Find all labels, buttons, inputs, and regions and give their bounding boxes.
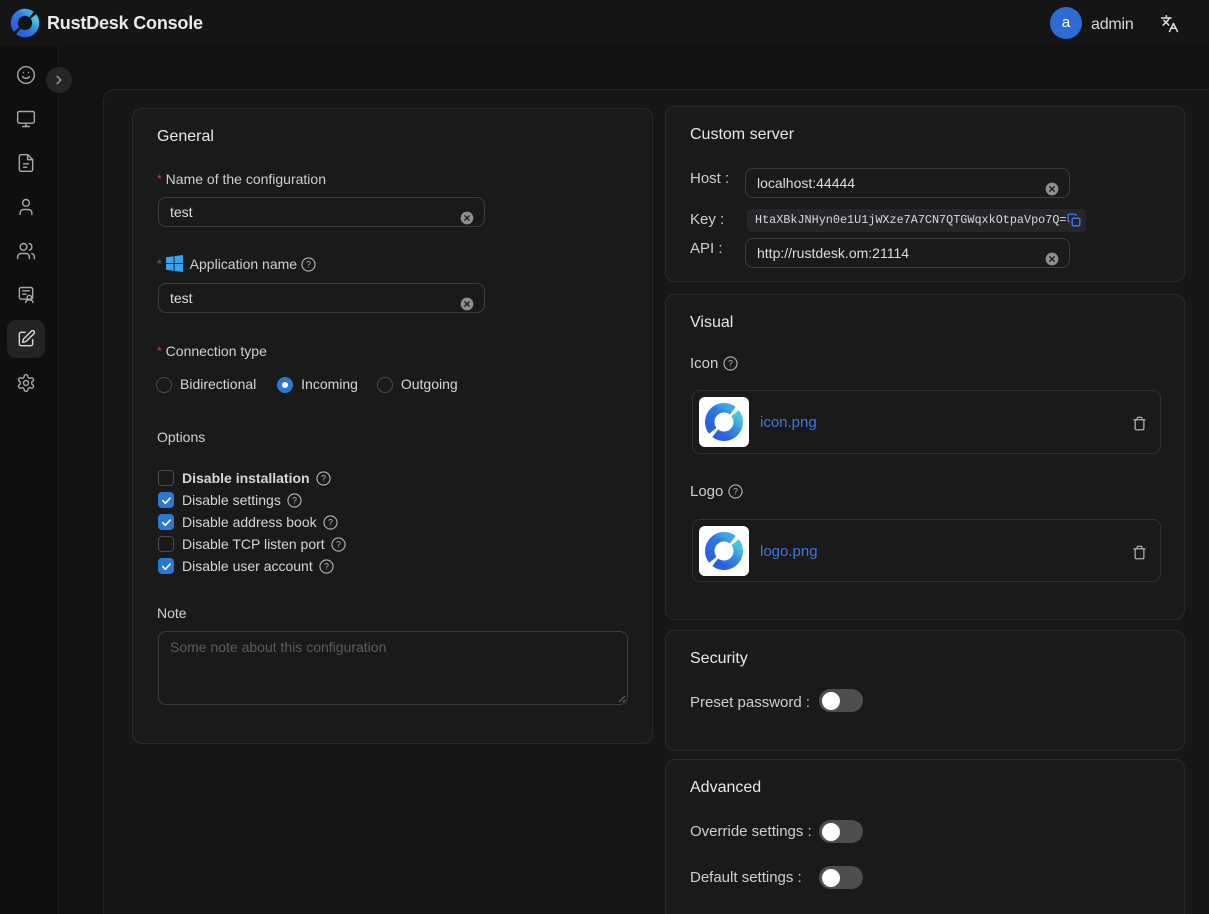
svg-text:?: ?: [728, 359, 733, 369]
svg-text:?: ?: [324, 561, 329, 571]
svg-text:?: ?: [733, 487, 738, 497]
svg-text:?: ?: [306, 260, 311, 270]
svg-text:?: ?: [328, 517, 333, 527]
svg-text:?: ?: [321, 473, 326, 483]
svg-text:?: ?: [292, 495, 297, 505]
svg-text:?: ?: [336, 539, 341, 549]
